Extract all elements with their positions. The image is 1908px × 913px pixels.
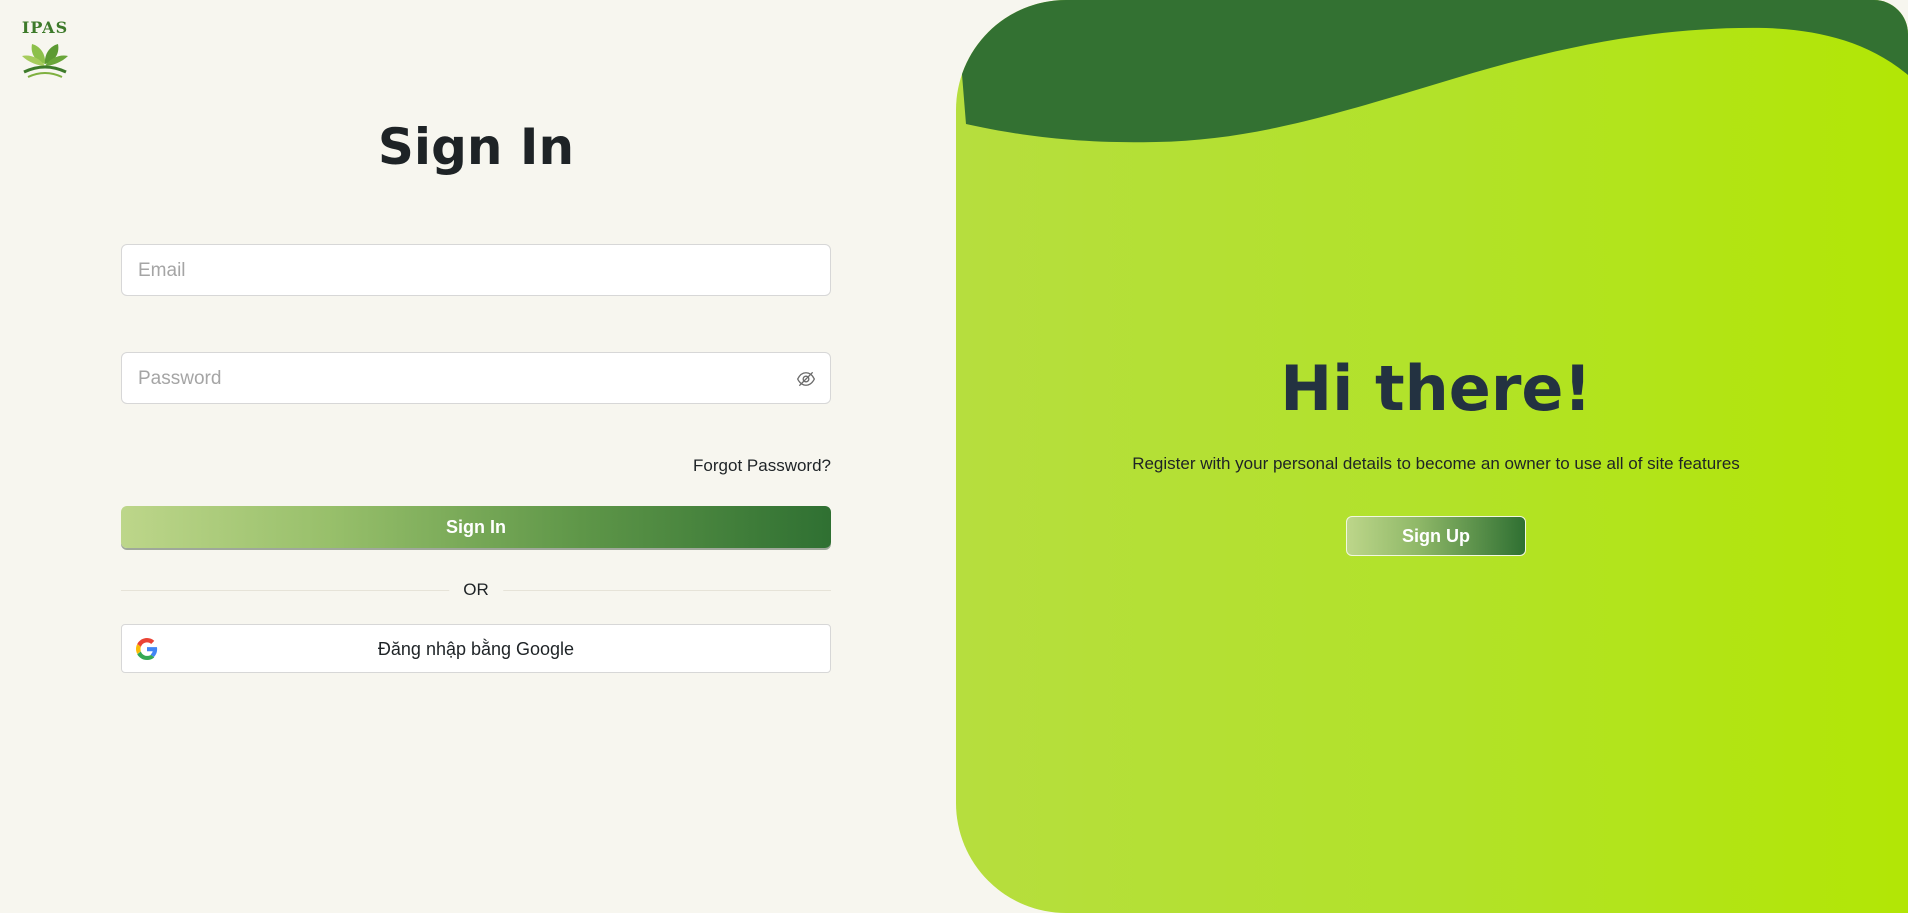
welcome-title: Hi there! [1280,352,1592,425]
ipas-logo[interactable]: IPAS [14,18,76,78]
google-signin-button[interactable]: Đăng nhập bằng Google [121,624,831,673]
password-field[interactable] [121,352,831,405]
google-signin-label: Đăng nhập bằng Google [377,639,575,659]
leaf-logo-icon [22,44,68,78]
logo-text: IPAS [21,18,69,37]
signup-button[interactable]: Sign Up [1346,516,1526,556]
or-divider: OR [121,578,831,602]
signin-title: Sign In [377,118,575,176]
or-label: OR [449,580,503,600]
password-input[interactable] [136,353,780,405]
eye-off-icon[interactable] [796,369,816,389]
signin-button[interactable]: Sign In [121,506,831,548]
email-field[interactable] [121,244,831,297]
forgot-password-link[interactable]: Forgot Password? [560,456,831,476]
email-input[interactable] [136,245,780,297]
welcome-subtitle: Register with your personal details to b… [1132,454,1740,473]
wave-decoration [956,0,1908,143]
